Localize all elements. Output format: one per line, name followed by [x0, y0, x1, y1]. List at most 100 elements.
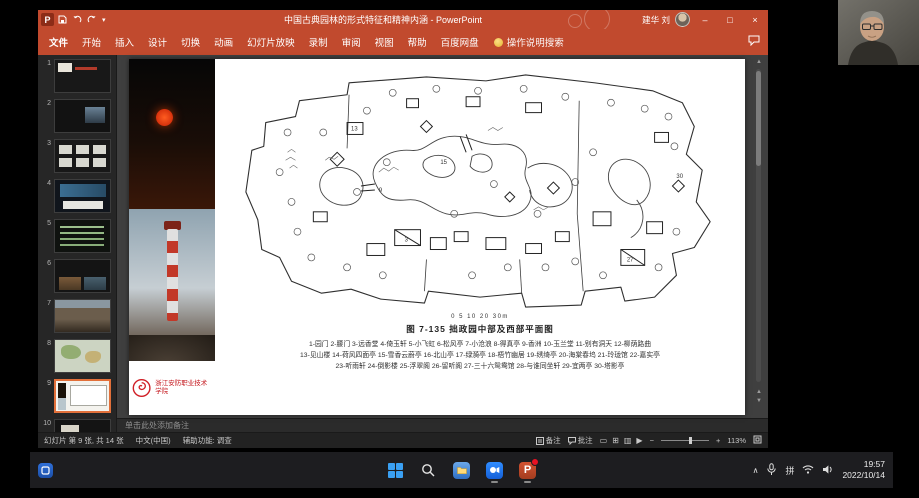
- sunset-photo: [129, 59, 215, 209]
- slide-sorter-view-button[interactable]: ⊞: [612, 436, 619, 445]
- minimize-button[interactable]: –: [695, 10, 715, 29]
- slide-thumbnail-2[interactable]: [54, 99, 111, 133]
- search-button[interactable]: [418, 457, 440, 483]
- tab-home[interactable]: 开始: [75, 30, 108, 54]
- tab-file[interactable]: 文件: [42, 30, 75, 54]
- microphone-tray-icon[interactable]: [766, 463, 777, 478]
- slide-thumbnail-9-selected[interactable]: [54, 379, 111, 413]
- slide-number: 2: [41, 99, 51, 133]
- qat-dropdown-icon[interactable]: ▾: [102, 16, 106, 24]
- powerpoint-app-icon[interactable]: P: [41, 13, 54, 26]
- search-icon: [421, 463, 436, 478]
- webcam-person: [838, 0, 919, 65]
- scrollbar-track[interactable]: [756, 69, 761, 382]
- slide-thumbnail-7[interactable]: [54, 299, 111, 333]
- ribbon-tab-row: 文件 开始 插入 设计 切换 动画 幻灯片放映 录制 审阅 视图 帮助 百度网盘…: [38, 29, 768, 55]
- powerpoint-taskbar-button[interactable]: P: [517, 457, 539, 483]
- slide-photo-strip: 浙江安防职业技术学院: [129, 59, 215, 415]
- close-button[interactable]: ×: [745, 10, 765, 29]
- scrollbar-thumb[interactable]: [756, 71, 761, 166]
- webcam-self-view[interactable]: [838, 0, 919, 65]
- slide-number: 3: [41, 139, 51, 173]
- tell-me-search[interactable]: 操作说明搜索: [494, 35, 564, 49]
- accessibility-status[interactable]: 辅助功能: 调查: [183, 435, 232, 446]
- slide-canvas-area[interactable]: 浙江安防职业技术学院: [117, 55, 768, 418]
- tab-animations[interactable]: 动画: [207, 30, 240, 54]
- meeting-app-button[interactable]: [484, 457, 506, 483]
- normal-view-button[interactable]: ▭: [600, 436, 608, 445]
- quick-access-toolbar: ▾: [58, 15, 106, 24]
- slide-thumbnail-4[interactable]: [54, 179, 111, 213]
- slide-thumbnail-10[interactable]: [54, 419, 111, 432]
- legend-line-1: 1-园门 2-腰门 3-远香堂 4-倚玉轩 5-小飞虹 6-松风亭 7-小沧浪 …: [300, 340, 660, 351]
- tab-slideshow[interactable]: 幻灯片放映: [240, 30, 302, 54]
- previous-slide-button[interactable]: ▲: [754, 388, 764, 397]
- slide-number: 6: [41, 259, 51, 293]
- svg-text:9: 9: [378, 188, 382, 194]
- redo-icon[interactable]: [87, 15, 97, 24]
- start-button[interactable]: [385, 457, 407, 483]
- current-slide[interactable]: 浙江安防职业技术学院: [129, 59, 745, 415]
- scroll-up-icon[interactable]: ▲: [754, 57, 764, 67]
- svg-text:15: 15: [440, 160, 447, 166]
- comments-icon[interactable]: [748, 35, 760, 49]
- garden-plan-figure[interactable]: 3913 152730: [228, 65, 733, 313]
- zoom-in-button[interactable]: +: [716, 436, 720, 445]
- ime-indicator[interactable]: 拼: [785, 464, 794, 477]
- legend-line-2: 13-见山楼 14-荷风四面亭 15-雪香云蔚亭 16-北山亭 17-绿漪亭 1…: [300, 351, 660, 362]
- slide-thumbnail-1[interactable]: [54, 59, 111, 93]
- notes-pane[interactable]: 单击此处添加备注: [117, 418, 768, 432]
- tab-design[interactable]: 设计: [141, 30, 174, 54]
- slide-counter: 幻灯片 第 9 张, 共 14 张: [44, 435, 124, 446]
- tab-baidu-netdisk[interactable]: 百度网盘: [434, 30, 486, 54]
- notes-toggle-button[interactable]: 备注: [536, 435, 561, 446]
- tab-insert[interactable]: 插入: [108, 30, 141, 54]
- undo-icon[interactable]: [72, 15, 82, 24]
- clock-date: 2022/10/14: [842, 470, 885, 481]
- zoom-slider-knob[interactable]: [689, 437, 692, 444]
- save-icon[interactable]: [58, 15, 67, 24]
- slide-thumbnail-panel: 1 2 3 4 5 6 7 8 9 10: [38, 55, 117, 432]
- tab-transitions[interactable]: 切换: [174, 30, 207, 54]
- title-bar: P ▾ 中国古典园林的形式特征和精神内涵 - PowerPoint 建华 刘 –…: [38, 10, 768, 29]
- network-icon[interactable]: [802, 464, 814, 476]
- vertical-scrollbar[interactable]: ▲ ▲ ▼: [754, 57, 764, 416]
- account-avatar[interactable]: [675, 12, 690, 27]
- slide-thumbnail-8[interactable]: [54, 339, 111, 373]
- slide-thumbnail-3[interactable]: [54, 139, 111, 173]
- fit-to-window-button[interactable]: [753, 435, 762, 446]
- pinned-app-icon[interactable]: [38, 463, 53, 478]
- slide-thumbnail-5[interactable]: [54, 219, 111, 253]
- svg-text:3: 3: [404, 238, 408, 244]
- powerpoint-window: P ▾ 中国古典园林的形式特征和精神内涵 - PowerPoint 建华 刘 –…: [38, 10, 768, 448]
- next-slide-button[interactable]: ▼: [754, 397, 764, 406]
- taskbar-clock[interactable]: 19:57 2022/10/14: [842, 459, 885, 480]
- tell-me-label: 操作说明搜索: [507, 35, 564, 49]
- maximize-button[interactable]: □: [720, 10, 740, 29]
- sun-graphic: [156, 109, 173, 126]
- comments-toggle-button[interactable]: 批注: [568, 435, 593, 446]
- slide-number: 9: [41, 379, 51, 413]
- tab-help[interactable]: 帮助: [401, 30, 434, 54]
- status-bar: 幻灯片 第 9 张, 共 14 张 中文(中国) 辅助功能: 调查 备注 批注 …: [38, 432, 768, 448]
- account-name[interactable]: 建华 刘: [642, 14, 670, 26]
- figure-caption: 图 7-135 拙政园中部及西部平面图: [406, 323, 553, 335]
- slideshow-button[interactable]: ▶: [636, 436, 642, 445]
- reading-view-button[interactable]: ▥: [624, 436, 632, 445]
- zoom-out-button[interactable]: −: [650, 436, 654, 445]
- slide-thumbnail-6[interactable]: [54, 259, 111, 293]
- tab-review[interactable]: 审阅: [335, 30, 368, 54]
- svg-text:30: 30: [676, 174, 683, 180]
- figure-block: 3913 152730 0 5 10 20 30m 图 7-135 拙政园中部及…: [221, 65, 739, 411]
- zoom-level[interactable]: 113%: [727, 436, 746, 445]
- tab-view[interactable]: 视图: [368, 30, 401, 54]
- figure-legend: 1-园门 2-腰门 3-远香堂 4-倚玉轩 5-小飞虹 6-松风亭 7-小沧浪 …: [300, 340, 660, 373]
- zoom-slider[interactable]: [661, 440, 709, 441]
- running-indicator: [491, 481, 498, 483]
- notes-placeholder[interactable]: 单击此处添加备注: [125, 420, 189, 431]
- volume-icon[interactable]: [822, 464, 834, 477]
- tab-record[interactable]: 录制: [302, 30, 335, 54]
- file-explorer-button[interactable]: [451, 457, 473, 483]
- language-indicator[interactable]: 中文(中国): [136, 435, 171, 446]
- tray-expand-chevron[interactable]: ∧: [753, 466, 759, 475]
